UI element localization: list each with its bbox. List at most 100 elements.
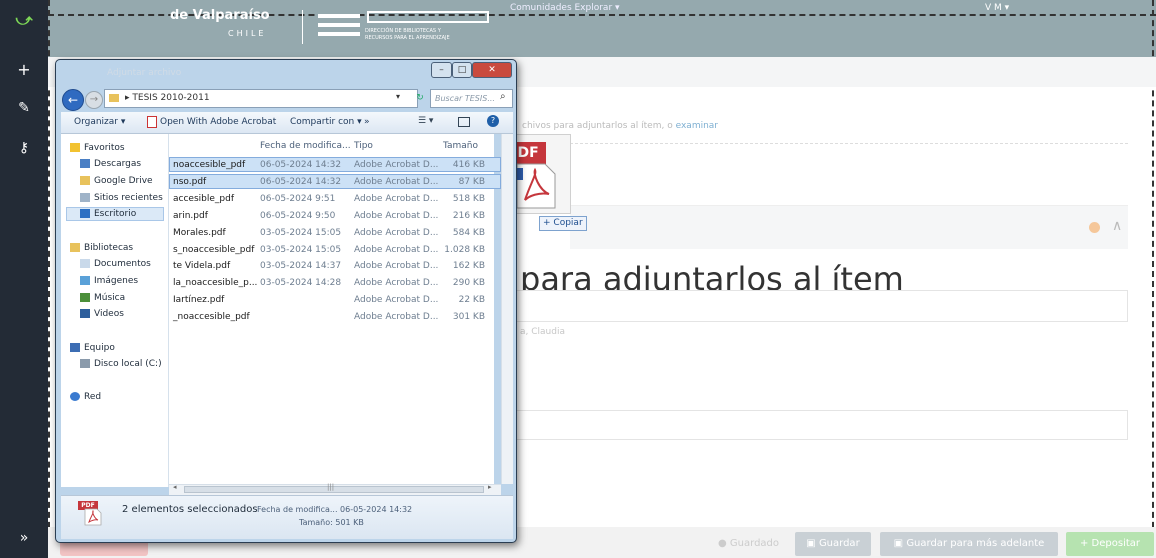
nav-music[interactable]: Música bbox=[80, 293, 125, 303]
save-button[interactable]: ▣ Guardar bbox=[795, 532, 871, 556]
address-dropdown-icon[interactable]: ▾ bbox=[396, 92, 400, 101]
star-icon bbox=[70, 143, 80, 152]
organize-menu[interactable]: Organizar ▾ bbox=[74, 117, 125, 127]
plus-icon[interactable]: + bbox=[0, 60, 48, 79]
section-header[interactable] bbox=[570, 205, 1128, 249]
plus-icon: + bbox=[543, 218, 551, 228]
col-type[interactable]: Tipo bbox=[354, 141, 373, 151]
file-size: 290 KB bbox=[452, 278, 485, 288]
nav-downloads[interactable]: Descargas bbox=[80, 159, 141, 169]
vertical-scrollbar[interactable] bbox=[501, 134, 513, 484]
browse-link[interactable]: examinar bbox=[676, 121, 718, 131]
folder-icon bbox=[80, 176, 90, 185]
brand-separator bbox=[302, 10, 303, 44]
top-nav-links[interactable]: Comunidades Explorar ▾ bbox=[510, 3, 620, 13]
status-dot bbox=[1089, 222, 1100, 233]
file-size: 87 KB bbox=[458, 177, 485, 187]
maximize-button[interactable]: □ bbox=[452, 62, 472, 78]
close-button[interactable]: ✕ bbox=[472, 62, 512, 78]
file-name[interactable]: te Videla.pdf bbox=[173, 261, 230, 271]
music-icon bbox=[80, 293, 90, 302]
scroll-grip-icon: ||| bbox=[327, 483, 335, 491]
share-menu[interactable]: Compartir con ▾ bbox=[290, 117, 362, 127]
deposit-button[interactable]: + Depositar bbox=[1066, 532, 1154, 556]
app-logo-icon[interactable]: ⤻ bbox=[0, 10, 48, 30]
pdf-file-icon bbox=[84, 508, 102, 526]
selection-size: Tamaño: 501 KB bbox=[299, 518, 364, 527]
nav-google-drive[interactable]: Google Drive bbox=[80, 176, 153, 186]
search-icon[interactable]: ⌕ bbox=[500, 91, 506, 102]
file-name[interactable]: la_noaccesible_p... bbox=[173, 278, 257, 288]
nav-videos[interactable]: Videos bbox=[80, 309, 124, 319]
view-options-icon[interactable]: ☰ ▾ bbox=[418, 116, 433, 126]
file-date: 03-05-2024 14:28 bbox=[260, 278, 342, 288]
back-button[interactable]: ← bbox=[62, 89, 84, 111]
brand-chile: CHILE bbox=[228, 29, 267, 38]
nav-recent[interactable]: Sitios recientes bbox=[80, 193, 163, 203]
minimize-button[interactable]: – bbox=[431, 62, 452, 78]
address-bar[interactable]: ▸ TESIS 2010-2011 bbox=[104, 89, 418, 108]
left-rail bbox=[0, 0, 48, 558]
text-field-1[interactable] bbox=[515, 290, 1128, 322]
nav-computer[interactable]: Equipo bbox=[70, 343, 115, 353]
more-commands-button[interactable]: » bbox=[364, 117, 370, 127]
text-field-2[interactable] bbox=[515, 410, 1128, 440]
scroll-left-icon[interactable]: ◂ bbox=[173, 483, 177, 491]
saved-status: ● Guardado bbox=[718, 538, 780, 549]
file-name[interactable]: noaccesible_pdf bbox=[173, 160, 245, 170]
file-name[interactable]: s_noaccesible_pdf bbox=[173, 245, 254, 255]
file-name[interactable]: _noaccesible_pdf bbox=[173, 312, 250, 322]
preview-pane-icon[interactable] bbox=[458, 117, 470, 127]
library-icon bbox=[70, 243, 80, 252]
brand-university: de Valparaíso bbox=[170, 8, 270, 23]
file-name[interactable]: arin.pdf bbox=[173, 211, 208, 221]
col-size[interactable]: Tamaño bbox=[443, 141, 478, 151]
pencil-icon[interactable]: ✎ bbox=[0, 100, 48, 116]
nav-documents[interactable]: Documentos bbox=[80, 259, 151, 269]
nav-images[interactable]: Imágenes bbox=[80, 276, 138, 286]
file-name[interactable]: Iartínez.pdf bbox=[173, 295, 224, 305]
disk-icon bbox=[80, 359, 90, 368]
file-name[interactable]: nso.pdf bbox=[173, 177, 206, 187]
file-date: 06-05-2024 14:32 bbox=[260, 177, 342, 187]
selection-count: 2 elementos seleccionados bbox=[122, 504, 258, 515]
file-size: 1.028 KB bbox=[444, 245, 485, 255]
folder-icon bbox=[109, 93, 119, 102]
file-name[interactable]: accesible_pdf bbox=[173, 194, 234, 204]
floppy-icon: ▣ bbox=[806, 538, 816, 549]
command-bar bbox=[61, 112, 513, 134]
user-menu[interactable]: V M ▾ bbox=[985, 3, 1009, 13]
refresh-icon[interactable]: ↻ bbox=[410, 90, 430, 107]
floppy-icon: ▣ bbox=[893, 538, 904, 549]
file-name[interactable]: Morales.pdf bbox=[173, 228, 226, 238]
double-chevron-right-icon[interactable]: » bbox=[0, 530, 48, 546]
downloads-icon bbox=[80, 159, 90, 168]
address-chevron-icon: ▸ bbox=[125, 93, 130, 103]
chevron-up-icon[interactable]: ∧ bbox=[1112, 218, 1122, 234]
nav-network[interactable]: Red bbox=[70, 392, 101, 402]
help-icon[interactable]: ? bbox=[487, 115, 499, 127]
image-icon bbox=[80, 276, 90, 285]
pdf-file-icon bbox=[513, 163, 556, 209]
file-date: 06-05-2024 14:32 bbox=[260, 160, 342, 170]
file-date: 06-05-2024 9:51 bbox=[260, 194, 336, 204]
scroll-right-icon[interactable]: ▸ bbox=[488, 483, 492, 491]
brand-subtitle-2: RECURSOS PARA EL APRENDIZAJE bbox=[365, 35, 450, 41]
col-date[interactable]: Fecha de modifica... bbox=[260, 141, 351, 151]
file-date: 03-05-2024 15:05 bbox=[260, 245, 342, 255]
nav-desktop[interactable]: Escritorio bbox=[80, 209, 136, 219]
file-size: 584 KB bbox=[452, 228, 485, 238]
file-size: 22 KB bbox=[458, 295, 485, 305]
document-icon bbox=[80, 259, 90, 268]
file-date: 03-05-2024 14:37 bbox=[260, 261, 342, 271]
nav-libraries[interactable]: Bibliotecas bbox=[70, 243, 133, 253]
network-icon bbox=[70, 392, 80, 401]
key-icon[interactable]: ⚷ bbox=[0, 140, 48, 156]
open-with-acrobat-button[interactable]: Open With Adobe Acrobat bbox=[160, 117, 276, 127]
desktop-icon bbox=[80, 209, 90, 218]
file-size: 162 KB bbox=[452, 261, 485, 271]
nav-favorites[interactable]: Favoritos bbox=[70, 143, 125, 153]
forward-button[interactable]: → bbox=[85, 91, 103, 109]
save-later-button[interactable]: ▣ Guardar para más adelante bbox=[880, 532, 1058, 556]
nav-local-disk[interactable]: Disco local (C:) bbox=[80, 359, 162, 369]
